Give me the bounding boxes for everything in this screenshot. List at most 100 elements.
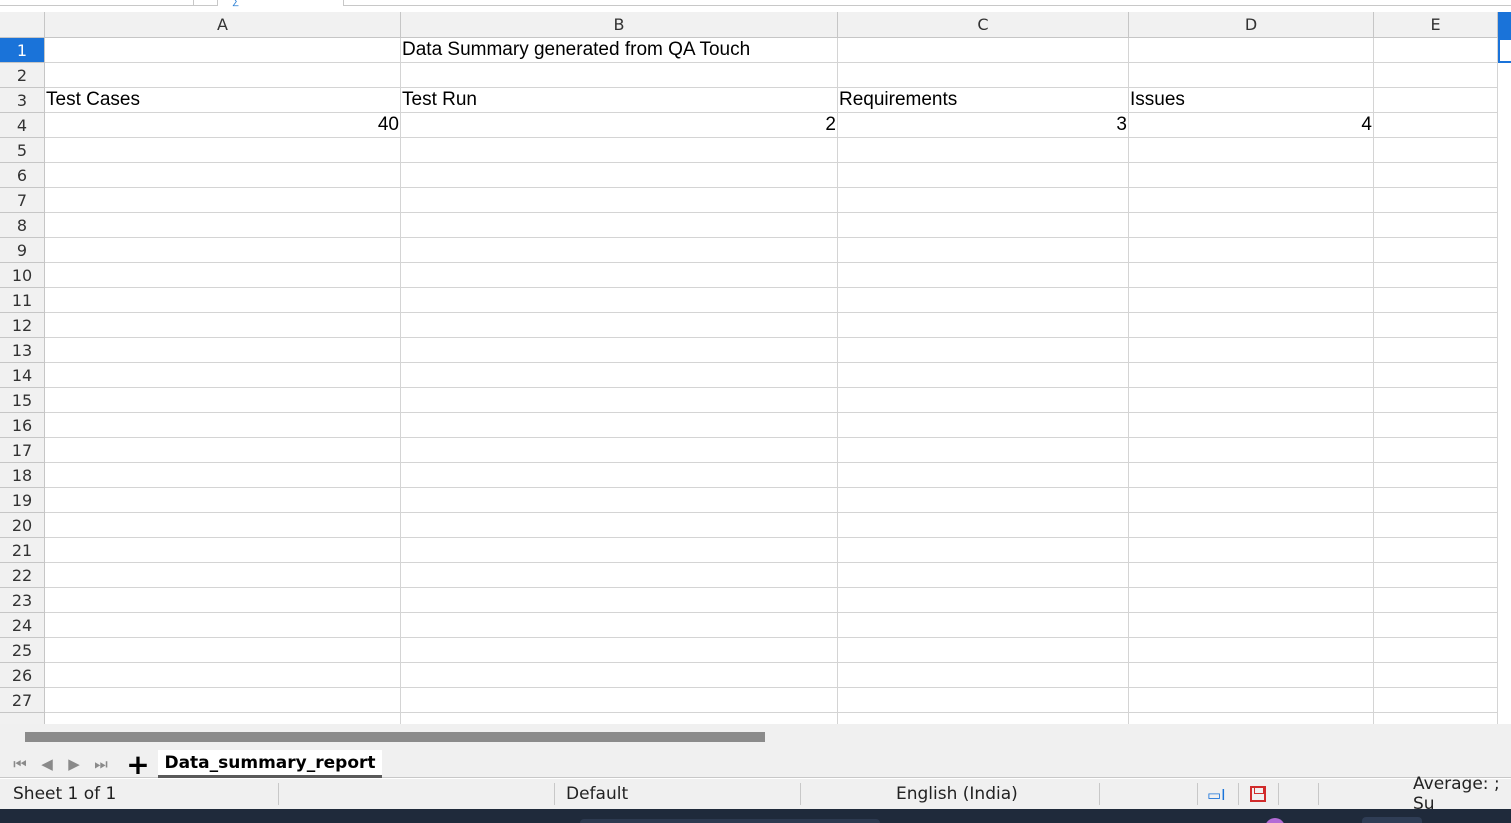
next-sheet-icon[interactable]: ▶ [63,753,85,775]
cell-c27[interactable] [838,688,1129,713]
cell-b9[interactable] [401,238,838,263]
cell-d3[interactable]: Issues [1129,88,1374,113]
cell-b1[interactable]: Data Summary generated from QA Touch [401,38,838,63]
page-style[interactable]: Default [566,779,628,809]
cell-e24[interactable] [1374,613,1498,638]
cell-a3[interactable]: Test Cases [45,88,401,113]
cell-d23[interactable] [1129,588,1374,613]
cell-a2[interactable] [45,63,401,88]
cell-e14[interactable] [1374,363,1498,388]
row-header-21[interactable]: 21 [0,538,45,563]
cell-c5[interactable] [838,138,1129,163]
cell-a11[interactable] [45,288,401,313]
cell-e10[interactable] [1374,263,1498,288]
cell-b12[interactable] [401,313,838,338]
cell-d6[interactable] [1129,163,1374,188]
cell-d22[interactable] [1129,563,1374,588]
cell-b22[interactable] [401,563,838,588]
cell-e20[interactable] [1374,513,1498,538]
cell-b15[interactable] [401,388,838,413]
cell-a23[interactable] [45,588,401,613]
cell-d16[interactable] [1129,413,1374,438]
cell-d18[interactable] [1129,463,1374,488]
cell-b11[interactable] [401,288,838,313]
cell-d4[interactable]: 4 [1129,113,1374,138]
row-header-12[interactable]: 12 [0,313,45,338]
cell-c10[interactable] [838,263,1129,288]
cell-d15[interactable] [1129,388,1374,413]
cell-b18[interactable] [401,463,838,488]
cell-b6[interactable] [401,163,838,188]
cell-a7[interactable] [45,188,401,213]
row-header-25[interactable]: 25 [0,638,45,663]
cell-d10[interactable] [1129,263,1374,288]
cell-a22[interactable] [45,563,401,588]
row-header-15[interactable]: 15 [0,388,45,413]
cell-e13[interactable] [1374,338,1498,363]
cell-a24[interactable] [45,613,401,638]
active-cell-cursor[interactable] [1498,38,1511,63]
row-header-2[interactable]: 2 [0,63,45,88]
cell-d20[interactable] [1129,513,1374,538]
row-header-22[interactable]: 22 [0,563,45,588]
cell-e17[interactable] [1374,438,1498,463]
taskbar-button[interactable] [1362,817,1422,823]
select-all-corner[interactable] [0,12,45,38]
column-header-d[interactable]: D [1129,12,1374,38]
cell-a27[interactable] [45,688,401,713]
row-header-3[interactable]: 3 [0,88,45,113]
last-sheet-icon[interactable]: ⏭ [90,753,112,775]
row-header-16[interactable]: 16 [0,413,45,438]
cell-a17[interactable] [45,438,401,463]
cell-c15[interactable] [838,388,1129,413]
column-header-c[interactable]: C [838,12,1129,38]
document-modified-icon[interactable] [1250,786,1266,802]
cell-e3[interactable] [1374,88,1498,113]
row-header-5[interactable]: 5 [0,138,45,163]
cell-d12[interactable] [1129,313,1374,338]
cell-b17[interactable] [401,438,838,463]
cell-a16[interactable] [45,413,401,438]
row-header-18[interactable]: 18 [0,463,45,488]
cell-c25[interactable] [838,638,1129,663]
cell-d19[interactable] [1129,488,1374,513]
cell-b13[interactable] [401,338,838,363]
cell-c26[interactable] [838,663,1129,688]
prev-sheet-icon[interactable]: ◀ [36,753,58,775]
row-header-4[interactable]: 4 [0,113,45,138]
cell-a4[interactable]: 40 [45,113,401,138]
cell-e9[interactable] [1374,238,1498,263]
cell-e1[interactable] [1374,38,1498,63]
cell-c9[interactable] [838,238,1129,263]
cell-c4[interactable]: 3 [838,113,1129,138]
cell-c17[interactable] [838,438,1129,463]
cell-c19[interactable] [838,488,1129,513]
cell-c22[interactable] [838,563,1129,588]
function-wizard-icon[interactable]: ∑ [232,0,240,7]
row-header-13[interactable]: 13 [0,338,45,363]
cell-b21[interactable] [401,538,838,563]
cell-a1[interactable] [45,38,401,63]
cell-e19[interactable] [1374,488,1498,513]
cell-e6[interactable] [1374,163,1498,188]
row-header-20[interactable]: 20 [0,513,45,538]
cell-d24[interactable] [1129,613,1374,638]
cell-d9[interactable] [1129,238,1374,263]
cell-c7[interactable] [838,188,1129,213]
cell-b27[interactable] [401,688,838,713]
cell-e2[interactable] [1374,63,1498,88]
cell-c6[interactable] [838,163,1129,188]
row-header-26[interactable]: 26 [0,663,45,688]
name-box[interactable] [0,0,218,6]
cell-c16[interactable] [838,413,1129,438]
cell-a20[interactable] [45,513,401,538]
row-header-7[interactable]: 7 [0,188,45,213]
formula-input[interactable] [343,0,1511,6]
selection-mode-icon[interactable]: ▭I [1207,786,1226,804]
cell-e16[interactable] [1374,413,1498,438]
row-header-17[interactable]: 17 [0,438,45,463]
cell-b3[interactable]: Test Run [401,88,838,113]
cell-d27[interactable] [1129,688,1374,713]
column-header-a[interactable]: A [45,12,401,38]
add-sheet-icon[interactable]: + [125,748,151,781]
